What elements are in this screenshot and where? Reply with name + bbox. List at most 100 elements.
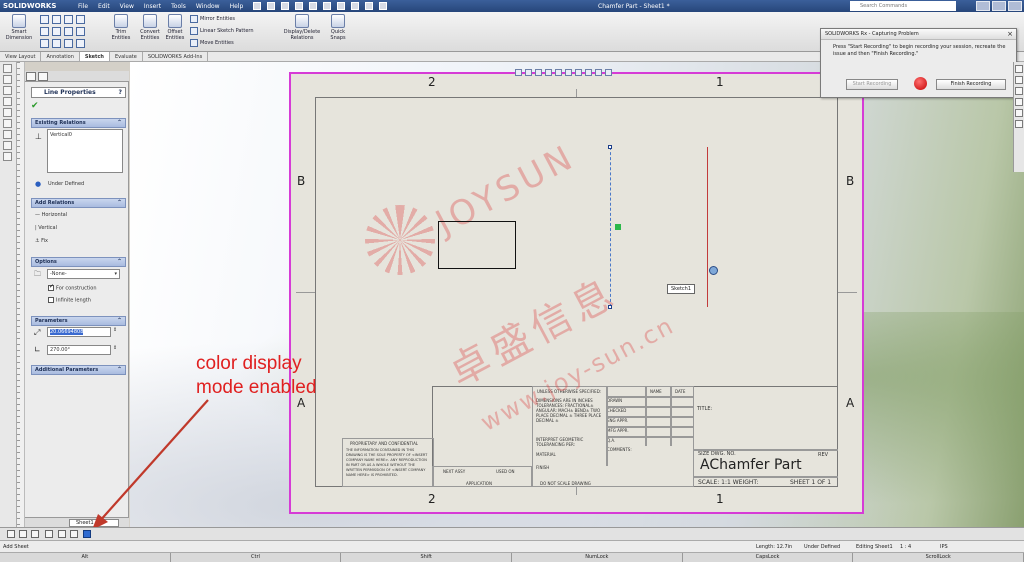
view-palette-icon[interactable]	[1015, 98, 1023, 106]
spin-icon[interactable]: ⇕	[113, 345, 117, 351]
new-document-icon[interactable]	[267, 2, 276, 10]
options-dropdown[interactable]: -None- ▾	[47, 269, 120, 279]
restore-button[interactable]	[992, 1, 1006, 11]
resources-icon[interactable]	[1015, 65, 1023, 73]
linear-sketch-pattern-button[interactable]: Linear Sketch Pattern	[190, 27, 254, 35]
sketch-centerline[interactable]	[610, 147, 611, 307]
save-icon[interactable]	[295, 2, 304, 10]
select-icon[interactable]	[337, 2, 346, 10]
fix-relation[interactable]: ⚓ Fix	[35, 238, 48, 244]
options-header[interactable]: Options	[31, 257, 126, 267]
file-explorer-icon[interactable]	[1015, 87, 1023, 95]
file-properties-icon[interactable]	[365, 2, 374, 10]
design-library-icon[interactable]	[1015, 76, 1023, 84]
circle-icon[interactable]	[52, 15, 61, 24]
line-thickness-icon[interactable]	[58, 530, 66, 538]
tab-sketch[interactable]: Sketch	[79, 52, 110, 61]
fillet-icon[interactable]	[64, 39, 73, 48]
convert-entities-button[interactable]: Convert Entities	[136, 14, 164, 41]
prev-sheet-icon[interactable]	[19, 530, 27, 538]
plane-icon[interactable]	[76, 39, 85, 48]
help-icon[interactable]: ?	[119, 88, 122, 97]
additional-parameters-header[interactable]: Additional Parameters	[31, 365, 126, 375]
tab-view-layout[interactable]: View Layout	[0, 52, 42, 61]
checkbox-checked[interactable]	[48, 283, 54, 291]
arc-icon[interactable]	[40, 39, 49, 48]
property-tab-icon[interactable]	[38, 72, 48, 81]
angle-input[interactable]: 270.00°	[47, 345, 111, 355]
open-icon[interactable]	[281, 2, 290, 10]
feature-tree-tab-icon[interactable]	[26, 72, 36, 81]
selected-sketch-line[interactable]	[707, 147, 708, 307]
menu-window[interactable]: Window	[196, 3, 220, 10]
tool-icon[interactable]	[3, 119, 12, 128]
move-entities-button[interactable]: Move Entities	[190, 39, 234, 47]
tool-icon[interactable]	[3, 64, 12, 73]
sketch-endpoint[interactable]	[608, 305, 612, 309]
undo-icon[interactable]	[323, 2, 332, 10]
rebuild-icon[interactable]	[351, 2, 360, 10]
offset-entities-button[interactable]: Offset Entities	[164, 14, 186, 41]
point-icon[interactable]	[76, 15, 85, 24]
tab-annotation[interactable]: Annotation	[41, 52, 80, 61]
section-view-icon[interactable]	[545, 69, 552, 76]
view-orientation-icon[interactable]	[555, 69, 562, 76]
previous-view-icon[interactable]	[535, 69, 542, 76]
start-recording-button[interactable]: Start Recording	[846, 79, 898, 90]
home-icon[interactable]	[253, 2, 262, 10]
menu-edit[interactable]: Edit	[98, 3, 110, 10]
trim-entities-button[interactable]: Trim Entities	[108, 14, 134, 41]
parameters-header[interactable]: Parameters	[31, 316, 126, 326]
tool-icon[interactable]	[3, 97, 12, 106]
ok-check-icon[interactable]: ✔	[31, 101, 39, 111]
tab-addins[interactable]: SOLIDWORKS Add-Ins	[143, 52, 209, 61]
sheet-tab[interactable]: Sheet1	[69, 519, 119, 527]
for-construction-checkbox[interactable]: For construction	[48, 283, 97, 292]
line-icon[interactable]	[40, 15, 49, 24]
color-display-mode-icon[interactable]	[83, 530, 91, 538]
minimize-button[interactable]	[976, 1, 990, 11]
relation-item[interactable]: Vertical0	[50, 132, 72, 138]
menu-insert[interactable]: Insert	[144, 3, 161, 10]
existing-relations-list[interactable]: Vertical0	[47, 129, 123, 173]
close-icon[interactable]: ×	[1007, 29, 1013, 40]
sketch-rectangle[interactable]	[438, 221, 516, 269]
tool-icon[interactable]	[3, 141, 12, 150]
appearances-icon[interactable]	[1015, 109, 1023, 117]
custom-properties-icon[interactable]	[1015, 120, 1023, 128]
existing-relations-header[interactable]: Existing Relations	[31, 118, 126, 128]
units-readout[interactable]: IPS	[940, 544, 948, 550]
mirror-entities-button[interactable]: Mirror Entities	[190, 15, 235, 23]
next-sheet-icon[interactable]	[31, 530, 39, 538]
slot-icon[interactable]	[52, 27, 61, 36]
text-icon[interactable]	[76, 27, 85, 36]
zoom-fit-icon[interactable]	[515, 69, 522, 76]
close-button[interactable]	[1008, 1, 1022, 11]
add-relations-header[interactable]: Add Relations	[31, 198, 126, 208]
menu-help[interactable]: Help	[230, 3, 244, 10]
sketch-endpoint[interactable]	[608, 145, 612, 149]
tool-icon[interactable]	[3, 108, 12, 117]
hide-show-icon[interactable]	[575, 69, 582, 76]
smart-dimension-button[interactable]: Smart Dimension	[4, 14, 34, 41]
tool-icon[interactable]	[3, 75, 12, 84]
display-style-icon[interactable]	[565, 69, 572, 76]
line-style-icon[interactable]	[45, 530, 53, 538]
spin-icon[interactable]: ⇕	[113, 327, 117, 333]
length-input[interactable]: 20.06694808	[47, 327, 111, 337]
line-color-icon[interactable]	[70, 530, 78, 538]
display-delete-relations-button[interactable]: Display/Delete Relations	[280, 14, 324, 41]
finish-recording-button[interactable]: Finish Recording	[936, 79, 1006, 90]
menu-view[interactable]: View	[120, 3, 134, 10]
polygon-icon[interactable]	[64, 27, 73, 36]
vertical-relation[interactable]: | Vertical	[35, 225, 57, 231]
spline-icon[interactable]	[64, 15, 73, 24]
menu-file[interactable]: File	[78, 3, 88, 10]
tool-icon[interactable]	[3, 152, 12, 161]
horizontal-relation[interactable]: — Horizontal	[35, 212, 67, 218]
appearance-icon[interactable]	[585, 69, 592, 76]
rectangle-icon[interactable]	[40, 27, 49, 36]
scene-icon[interactable]	[595, 69, 602, 76]
first-sheet-icon[interactable]	[7, 530, 15, 538]
zoom-area-icon[interactable]	[525, 69, 532, 76]
